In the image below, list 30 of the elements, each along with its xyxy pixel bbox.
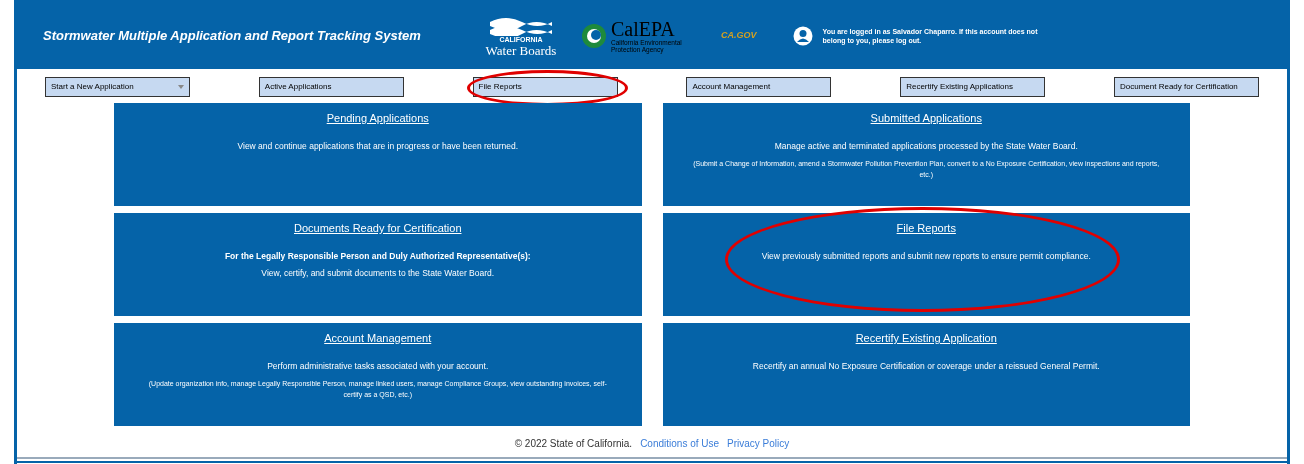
logo-name: CalEPA [611,19,676,39]
copyright-text: © 2022 State of California. [514,437,633,451]
globe-icon [581,23,607,49]
card-title-link[interactable]: Pending Applications [326,111,429,125]
caret-icon [178,85,184,89]
card-title-link[interactable]: Documents Ready for Certification [294,221,462,235]
card-description: Recertify an annual No Exposure Certification or coverage under a reissued General Permit. [752,361,1100,372]
nav-button[interactable]: Active Applications [258,77,404,97]
app-title: Stormwater Multiple Application and Report Tracking System [43,27,422,46]
card-description: View, certify, and submit documents to the State Water Board. [261,268,495,279]
dropdown-button[interactable]: Start a New Application [45,77,190,97]
card-description: View previously submitted reports and submit new reports to ensure permit compliance. [761,251,1091,262]
nav-button[interactable]: Recertify Existing Applications [900,77,1046,97]
footer-link[interactable]: Privacy Policy [727,436,790,451]
nav-button[interactable]: Account Management [686,77,832,97]
wave-icon [488,15,554,36]
card-title-link[interactable]: Account Management [324,331,432,345]
user-icon [792,26,813,46]
card-title-link[interactable]: Submitted Applications [870,111,982,125]
card-description: Manage active and terminated applications processed by the State Water Board. [774,141,1078,152]
logo-name: Water Boards [485,43,557,57]
card-description: View and continue applications that are in progress or have been returned. [237,141,518,152]
logo-name: CA.GOV [721,29,757,43]
card-title-link[interactable]: Recertify Existing Application [855,331,997,345]
nav-button[interactable]: File Reports [472,77,618,97]
footer-link[interactable]: Conditions of Use [640,436,720,451]
nav-button[interactable]: Document Ready for Certification [1114,77,1259,97]
card-description: Perform administrative tasks associated with your account. [267,361,489,372]
card-title-link[interactable]: File Reports [896,221,956,235]
card-description: For the Legally Responsible Person and Duly Authorized Representative(s): [224,251,531,262]
